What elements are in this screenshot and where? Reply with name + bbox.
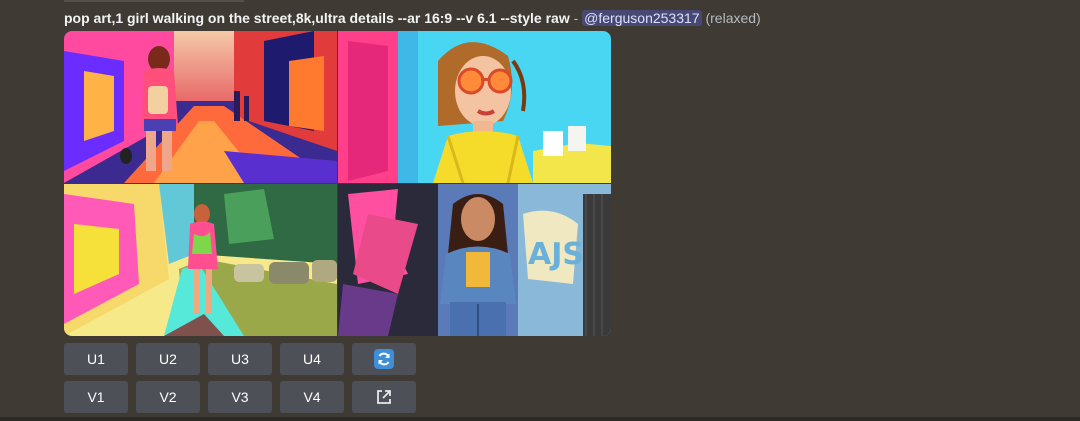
v3-button[interactable]: V3 bbox=[208, 381, 272, 413]
top-divider bbox=[64, 0, 244, 2]
web-link-button[interactable] bbox=[352, 381, 416, 413]
variation-row: V1 V2 V3 V4 bbox=[64, 381, 416, 413]
mode-label: (relaxed) bbox=[705, 10, 761, 26]
message-header: pop art,1 girl walking on the street,8k,… bbox=[64, 8, 1064, 28]
image-tile-1[interactable] bbox=[64, 31, 337, 183]
svg-text:AJS: AJS bbox=[528, 237, 584, 272]
u3-button[interactable]: U3 bbox=[208, 343, 272, 375]
v1-button[interactable]: V1 bbox=[64, 381, 128, 413]
external-link-icon bbox=[375, 388, 393, 406]
u2-button[interactable]: U2 bbox=[136, 343, 200, 375]
user-mention[interactable]: @ferguson253317 bbox=[582, 10, 702, 26]
u1-button[interactable]: U1 bbox=[64, 343, 128, 375]
reroll-button[interactable] bbox=[352, 343, 416, 375]
image-grid[interactable]: AJS bbox=[64, 31, 611, 336]
v4-button[interactable]: V4 bbox=[280, 381, 344, 413]
image-tile-3[interactable] bbox=[64, 184, 337, 336]
image-tile-4[interactable]: AJS bbox=[338, 184, 611, 336]
upscale-row: U1 U2 U3 U4 bbox=[64, 343, 416, 375]
prompt-text: pop art,1 girl walking on the street,8k,… bbox=[64, 10, 570, 26]
v2-button[interactable]: V2 bbox=[136, 381, 200, 413]
message: pop art,1 girl walking on the street,8k,… bbox=[64, 8, 1064, 28]
bottom-bar bbox=[0, 417, 1080, 421]
separator: - bbox=[573, 10, 579, 26]
u4-button[interactable]: U4 bbox=[280, 343, 344, 375]
refresh-icon bbox=[374, 349, 394, 369]
image-tile-2[interactable] bbox=[338, 31, 611, 183]
